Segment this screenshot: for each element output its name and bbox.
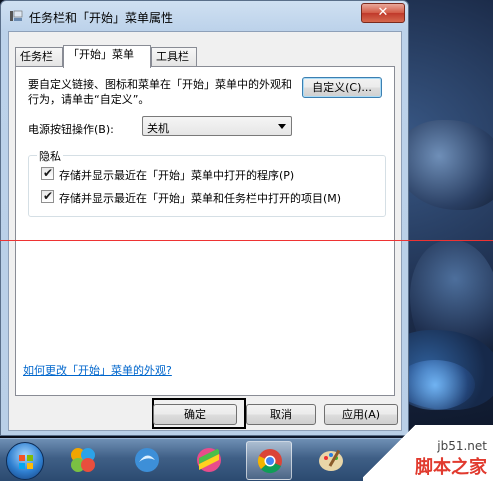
tab-start-menu[interactable]: 「开始」菜单 — [63, 45, 151, 68]
power-button-action-select[interactable]: 关机 — [142, 116, 292, 136]
power-button-action-label: 电源按钮操作(B): — [28, 123, 114, 136]
taskbar-start-menu-properties-window: 任务栏和「开始」菜单属性 ✕ 任务栏 「开始」菜单 工具栏 要自定义链接、图标和… — [0, 0, 409, 436]
recent-programs-checkbox[interactable]: ✔ — [41, 166, 54, 180]
app-swirl-icon — [135, 448, 159, 472]
app-colorful-icon — [71, 448, 95, 472]
start-menu-help-link[interactable]: 如何更改「开始」菜单的外观? — [23, 362, 172, 378]
cancel-button[interactable]: 取消 — [246, 404, 316, 425]
chevron-down-icon — [278, 124, 286, 129]
chrome-icon — [257, 449, 282, 474]
start-button[interactable] — [6, 442, 44, 480]
taskbar-chrome[interactable] — [246, 441, 292, 480]
red-guide-line — [0, 240, 493, 241]
taskbar-paint[interactable] — [308, 441, 354, 480]
apply-button[interactable]: 应用(A) — [324, 404, 398, 425]
title-bar[interactable]: 任务栏和「开始」菜单属性 ✕ — [1, 1, 408, 31]
wallpaper-rock — [395, 120, 493, 210]
privacy-group-label: 隐私 — [37, 148, 63, 164]
customize-button[interactable]: 自定义(C)... — [302, 77, 382, 98]
paint-palette-icon — [319, 449, 343, 471]
tab-toolbars[interactable]: 工具栏 — [151, 47, 197, 67]
window-title: 任务栏和「开始」菜单属性 — [29, 11, 174, 25]
site-watermark: jb51.net 脚本之家 — [363, 425, 493, 481]
taskbar-app-2[interactable] — [124, 441, 170, 480]
recent-programs-label: 存储并显示最近在「开始」菜单中打开的程序(P) — [59, 169, 295, 182]
close-button[interactable]: ✕ — [361, 3, 405, 23]
tab-taskbar[interactable]: 任务栏 — [15, 47, 63, 67]
taskbar-properties-icon — [10, 10, 23, 21]
recent-items-checkbox[interactable]: ✔ — [41, 189, 54, 203]
checkmark-icon: ✔ — [43, 166, 54, 180]
app-rainbow-icon — [197, 448, 221, 472]
start-menu-tab-panel: 要自定义链接、图标和菜单在「开始」菜单中的外观和行为，请单击“自定义”。 自定义… — [15, 66, 395, 396]
privacy-group: 隐私 ✔ 存储并显示最近在「开始」菜单中打开的程序(P) ✔ 存储并显示最近在「… — [28, 148, 386, 217]
taskbar-app-3[interactable] — [186, 441, 232, 480]
checkmark-icon: ✔ — [43, 189, 54, 203]
customize-description: 要自定义链接、图标和菜单在「开始」菜单中的外观和行为，请单击“自定义”。 — [28, 78, 292, 106]
dialog-client-area: 任务栏 「开始」菜单 工具栏 要自定义链接、图标和菜单在「开始」菜单中的外观和行… — [8, 31, 402, 431]
recent-items-label: 存储并显示最近在「开始」菜单和任务栏中打开的项目(M) — [59, 192, 342, 205]
windows-logo-icon — [19, 455, 33, 469]
watermark-name: 脚本之家 — [415, 457, 487, 478]
watermark-site: jb51.net — [437, 439, 487, 453]
ok-button[interactable]: 确定 — [153, 404, 237, 425]
power-button-action-value: 关机 — [147, 122, 169, 135]
taskbar-app-1[interactable] — [60, 441, 106, 480]
